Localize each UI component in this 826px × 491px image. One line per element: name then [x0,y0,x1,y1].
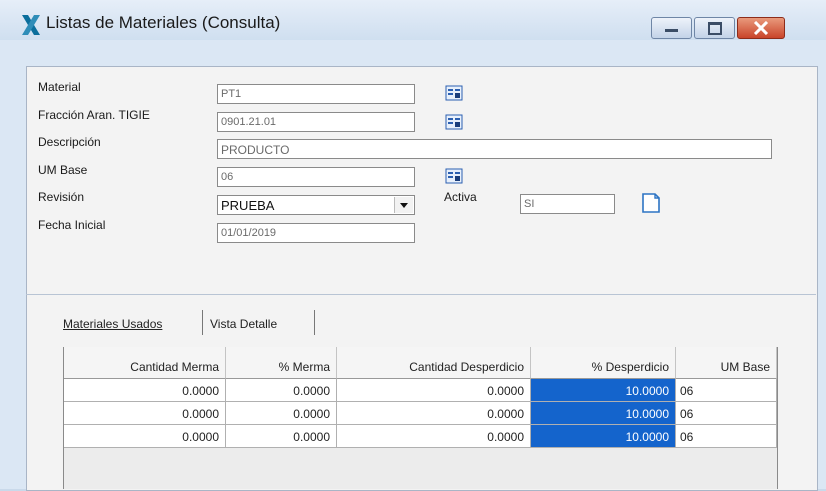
grid-cell[interactable]: 0.0000 [64,425,226,448]
column-header[interactable]: % Merma [226,347,337,379]
grid-cell-selected[interactable]: 10.0000 [531,402,676,425]
activa-label: Activa [444,190,477,204]
fraccion-lookup-icon[interactable] [445,113,463,131]
material-label: Material [38,80,81,94]
page-icon[interactable] [638,191,664,215]
materials-grid[interactable]: Cantidad Merma % Merma Cantidad Desperdi… [63,347,778,489]
um-base-field[interactable]: 06 [217,167,415,187]
tab-separator [202,310,203,335]
um-base-label: UM Base [38,163,88,177]
material-field[interactable]: PT1 [217,84,415,104]
um-base-lookup-icon[interactable] [445,167,463,185]
title-bar[interactable]: Listas de Materiales (Consulta) [0,0,826,40]
revision-select[interactable]: PRUEBA [217,195,415,215]
maximize-icon [708,22,722,35]
descripcion-label: Descripción [38,135,101,149]
close-button[interactable] [737,17,785,39]
grid-cell[interactable]: 0.0000 [226,402,337,425]
grid-cell-selected[interactable]: 10.0000 [531,425,676,448]
column-header[interactable]: Cantidad Desperdicio [337,347,531,379]
chevron-down-icon [400,203,408,208]
grid-cell[interactable]: 0.0000 [226,425,337,448]
revision-label: Revisión [38,190,85,204]
dropdown-arrow-button[interactable] [394,197,413,213]
column-header[interactable]: UM Base [676,347,777,379]
tab-materiales-usados[interactable]: Materiales Usados [63,310,199,334]
fecha-inicial-label: Fecha Inicial [38,218,106,232]
descripcion-field[interactable]: PRODUCTO [217,139,772,159]
section-divider [26,294,816,295]
grid-cell[interactable]: 06 [676,402,777,425]
grid-cell[interactable]: 0.0000 [64,402,226,425]
minimize-button[interactable] [651,17,692,39]
tab-vista-detalle-label: Vista Detalle [210,317,278,331]
revision-select-value: PRUEBA [221,198,275,213]
close-icon [753,21,769,35]
maximize-button[interactable] [694,17,735,39]
grid-cell[interactable]: 0.0000 [337,425,531,448]
fraccion-label: Fracción Aran. TIGIE [38,108,150,122]
column-header[interactable]: Cantidad Merma [64,347,226,379]
tab-vista-detalle[interactable]: Vista Detalle [210,310,316,334]
column-header[interactable]: % Desperdicio [531,347,676,379]
window-title: Listas de Materiales (Consulta) [46,13,281,32]
app-window: Listas de Materiales (Consulta) Material… [0,0,826,491]
fecha-inicial-field[interactable]: 01/01/2019 [217,223,415,243]
grid-cell[interactable]: 06 [676,379,777,402]
tab-materiales-usados-label: Materiales Usados [63,317,163,331]
grid-cell[interactable]: 0.0000 [64,379,226,402]
grid-cell[interactable]: 06 [676,425,777,448]
x-logo-icon [22,15,40,35]
fraccion-field[interactable]: 0901.21.01 [217,112,415,132]
grid-cell[interactable]: 0.0000 [337,379,531,402]
grid-cell-selected[interactable]: 10.0000 [531,379,676,402]
grid-cell[interactable]: 0.0000 [337,402,531,425]
material-lookup-icon[interactable] [445,84,463,102]
tab-separator [314,310,315,335]
grid-cell[interactable]: 0.0000 [226,379,337,402]
activa-field[interactable]: SI [520,194,615,214]
minimize-icon [665,29,678,32]
